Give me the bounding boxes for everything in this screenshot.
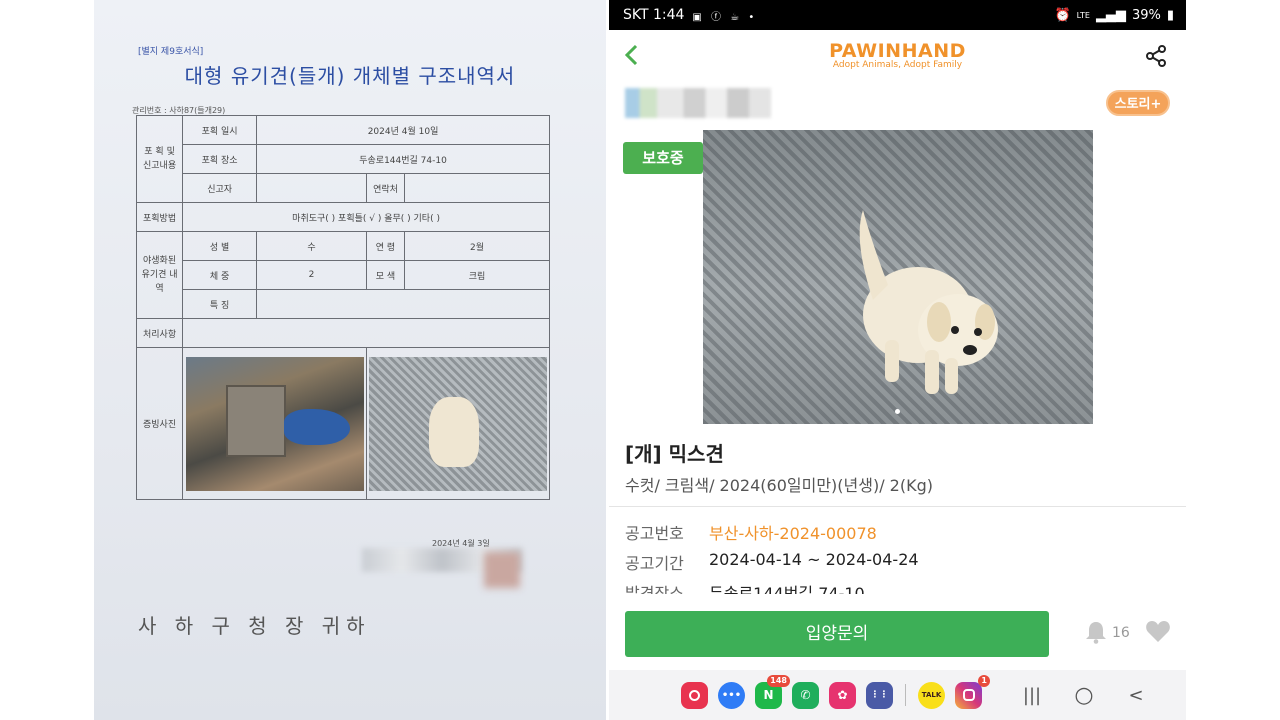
- info-row-notice-number: 공고번호 부산-사하-2024-00078: [625, 524, 877, 543]
- brand-tagline: Adopt Animals, Adopt Family: [832, 60, 963, 70]
- puppy-shape: [428, 396, 479, 467]
- method-value: 마취도구( ) 포획틀( √ ) 올무( ) 기타( ): [182, 202, 550, 232]
- age-value: 2월: [404, 231, 550, 261]
- messages-app-icon[interactable]: •••: [718, 681, 745, 709]
- puppy-image: [859, 210, 998, 394]
- weight-value: 2: [256, 260, 367, 290]
- notification-icons: ▣ ⓕ ☕ •: [692, 11, 758, 23]
- story-button[interactable]: 스토리+: [1106, 90, 1170, 116]
- phone-screen: SKT 1:44 ▣ ⓕ ☕ • ⏰ LTE ▂▄▆ 39% ▮ PAWINHA…: [609, 0, 1186, 720]
- navigation-bar: ••• N 148 ✆ ✿ ⋮⋮ TALK 1 ||| ○ <: [609, 670, 1186, 720]
- instagram-app-icon[interactable]: 1: [955, 674, 990, 709]
- animal-name: [개] 믹스견: [625, 442, 724, 466]
- instagram-badge: 1: [978, 674, 990, 687]
- capture-date-label: 포획 일시: [182, 115, 258, 145]
- apps-grid-icon[interactable]: ⋮⋮: [866, 681, 893, 709]
- home-icon[interactable]: ○: [1070, 681, 1098, 709]
- animal-photo[interactable]: [703, 130, 1093, 424]
- tarp-shape: [283, 408, 350, 445]
- flower-app-icon[interactable]: ✿: [829, 681, 856, 709]
- weight-label: 체 중: [182, 260, 258, 290]
- color-label: 모 색: [365, 260, 406, 290]
- reporter-label: 신고자: [182, 173, 258, 203]
- divider: [609, 506, 1186, 507]
- disposal-label: 처리사항: [135, 318, 184, 348]
- naver-badge: 148: [767, 674, 790, 687]
- phone-app-icon[interactable]: ✆: [792, 681, 819, 709]
- naver-app-icon[interactable]: N 148: [755, 674, 790, 709]
- app-logo: PAWINHAND Adopt Animals, Adopt Family: [609, 40, 1186, 70]
- brand-name: PAWINHAND: [829, 40, 966, 62]
- contact-label: 연락처: [365, 173, 406, 203]
- signal-icon: ▂▄▆: [1095, 7, 1126, 23]
- animal-description: 수컷/ 크림색/ 2024(60일미만)(년생)/ 2(Kg): [625, 476, 933, 495]
- info-row-notice-period: 공고기간 2024-04-14 ~ 2024-04-24: [625, 550, 919, 573]
- age-label: 연 령: [365, 231, 406, 261]
- heart-icon[interactable]: [1145, 620, 1171, 644]
- capture-group-label: 포 획 및 신고내용: [135, 115, 184, 203]
- sex-value: 수: [256, 231, 367, 261]
- method-label: 포획방법: [135, 202, 184, 232]
- blurred-stamp: [484, 552, 520, 588]
- network-label: LTE: [1076, 10, 1090, 20]
- bell-icon[interactable]: [1085, 620, 1107, 644]
- status-bar: SKT 1:44 ▣ ⓕ ☕ • ⏰ LTE ▂▄▆ 39% ▮: [609, 0, 1186, 30]
- closing-text: 사 하 구 청 장 귀하: [138, 614, 371, 638]
- form-code: [별지 제9호서식]: [138, 47, 204, 57]
- carousel-indicator: [895, 409, 900, 414]
- feature-label: 특 징: [182, 289, 258, 319]
- blurred-shelter-info: [625, 88, 771, 118]
- rescue-table: 포 획 및 신고내용 포획 일시 2024년 4월 10일 포획 장소 두송로1…: [135, 115, 551, 500]
- nav-back-icon[interactable]: <: [1122, 681, 1150, 709]
- evidence-photo-crate: [185, 356, 364, 491]
- adopt-inquiry-button[interactable]: 입양문의: [625, 611, 1049, 657]
- battery-level: 39%: [1131, 7, 1161, 23]
- status-time: SKT 1:44: [623, 7, 685, 23]
- recent-apps-icon[interactable]: |||: [1018, 681, 1046, 709]
- animal-group-label: 야생화된 유기견 내역: [135, 231, 184, 319]
- alarm-icon: ⏰: [1054, 7, 1071, 23]
- capture-date-value: 2024년 4월 10일: [256, 115, 550, 145]
- document-title: 대형 유기견(들개) 개체별 구조내역서: [184, 64, 516, 88]
- kakaotalk-app-icon[interactable]: TALK: [918, 681, 945, 709]
- color-value: 크림: [404, 260, 550, 290]
- camera-app-icon[interactable]: [681, 681, 708, 709]
- share-icon[interactable]: [1144, 44, 1168, 68]
- capture-place-value: 두송로144번길 74-10: [256, 144, 550, 174]
- info-row-found-place: 발견장소 두송로144번길 74-10: [625, 584, 865, 594]
- capture-place-label: 포획 장소: [182, 144, 258, 174]
- sex-label: 성 별: [182, 231, 258, 261]
- app-header: PAWINHAND Adopt Animals, Adopt Family: [609, 30, 1186, 82]
- crate-shape: [225, 384, 286, 457]
- battery-icon: ▮: [1166, 7, 1174, 23]
- photo-label: 증빙사진: [135, 347, 184, 500]
- bell-count: 16: [1112, 625, 1130, 641]
- action-bar: 입양문의 16: [609, 600, 1186, 670]
- status-badge: 보호중: [623, 142, 703, 174]
- evidence-photo-puppy: [368, 356, 547, 491]
- document-photo: [별지 제9호서식] 대형 유기견(들개) 개체별 구조내역서 관리번호 : 사…: [94, 0, 606, 720]
- nav-separator: [905, 684, 906, 706]
